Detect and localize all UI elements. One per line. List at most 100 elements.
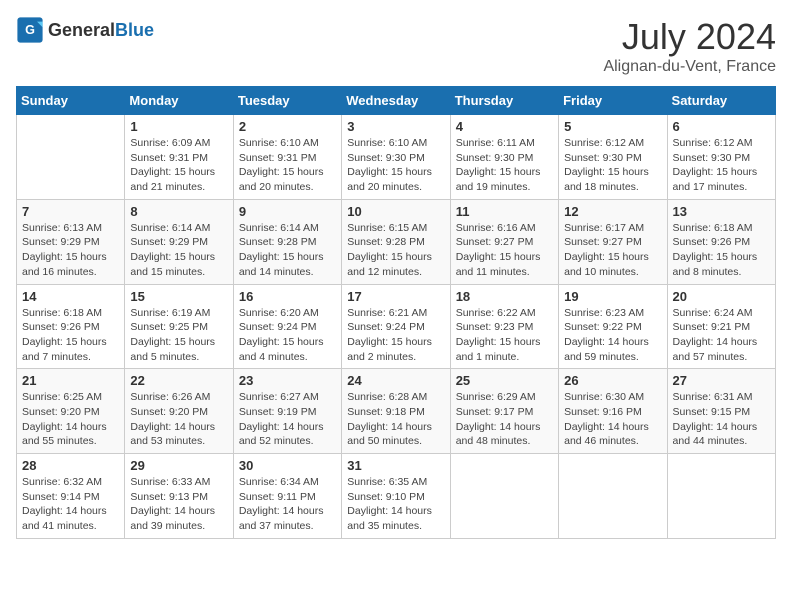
- day-info: Sunrise: 6:16 AMSunset: 9:27 PMDaylight:…: [456, 221, 553, 280]
- day-info: Sunrise: 6:22 AMSunset: 9:23 PMDaylight:…: [456, 306, 553, 365]
- weekday-header-thursday: Thursday: [450, 87, 558, 115]
- calendar-cell: 30 Sunrise: 6:34 AMSunset: 9:11 PMDaylig…: [233, 454, 341, 539]
- day-info: Sunrise: 6:10 AMSunset: 9:31 PMDaylight:…: [239, 136, 336, 195]
- calendar-cell: 1 Sunrise: 6:09 AMSunset: 9:31 PMDayligh…: [125, 115, 233, 200]
- day-number: 27: [673, 373, 770, 388]
- calendar-cell: 4 Sunrise: 6:11 AMSunset: 9:30 PMDayligh…: [450, 115, 558, 200]
- day-info: Sunrise: 6:25 AMSunset: 9:20 PMDaylight:…: [22, 390, 119, 449]
- day-info: Sunrise: 6:24 AMSunset: 9:21 PMDaylight:…: [673, 306, 770, 365]
- day-info: Sunrise: 6:28 AMSunset: 9:18 PMDaylight:…: [347, 390, 444, 449]
- logo-text: GeneralBlue: [48, 20, 154, 41]
- day-info: Sunrise: 6:31 AMSunset: 9:15 PMDaylight:…: [673, 390, 770, 449]
- calendar-cell: 27 Sunrise: 6:31 AMSunset: 9:15 PMDaylig…: [667, 369, 775, 454]
- calendar-cell: 2 Sunrise: 6:10 AMSunset: 9:31 PMDayligh…: [233, 115, 341, 200]
- week-row-2: 7 Sunrise: 6:13 AMSunset: 9:29 PMDayligh…: [17, 199, 776, 284]
- day-info: Sunrise: 6:35 AMSunset: 9:10 PMDaylight:…: [347, 475, 444, 534]
- calendar-cell: 29 Sunrise: 6:33 AMSunset: 9:13 PMDaylig…: [125, 454, 233, 539]
- day-number: 20: [673, 289, 770, 304]
- day-number: 16: [239, 289, 336, 304]
- calendar-cell: 3 Sunrise: 6:10 AMSunset: 9:30 PMDayligh…: [342, 115, 450, 200]
- title-area: July 2024 Alignan-du-Vent, France: [603, 16, 776, 76]
- day-info: Sunrise: 6:15 AMSunset: 9:28 PMDaylight:…: [347, 221, 444, 280]
- day-number: 7: [22, 204, 119, 219]
- day-info: Sunrise: 6:11 AMSunset: 9:30 PMDaylight:…: [456, 136, 553, 195]
- day-number: 29: [130, 458, 227, 473]
- calendar-cell: [559, 454, 667, 539]
- calendar-cell: 11 Sunrise: 6:16 AMSunset: 9:27 PMDaylig…: [450, 199, 558, 284]
- day-number: 5: [564, 119, 661, 134]
- weekday-header-sunday: Sunday: [17, 87, 125, 115]
- day-info: Sunrise: 6:18 AMSunset: 9:26 PMDaylight:…: [673, 221, 770, 280]
- day-number: 26: [564, 373, 661, 388]
- calendar-cell: 20 Sunrise: 6:24 AMSunset: 9:21 PMDaylig…: [667, 284, 775, 369]
- day-number: 23: [239, 373, 336, 388]
- calendar-cell: [450, 454, 558, 539]
- week-row-3: 14 Sunrise: 6:18 AMSunset: 9:26 PMDaylig…: [17, 284, 776, 369]
- calendar-cell: 10 Sunrise: 6:15 AMSunset: 9:28 PMDaylig…: [342, 199, 450, 284]
- day-info: Sunrise: 6:26 AMSunset: 9:20 PMDaylight:…: [130, 390, 227, 449]
- day-number: 10: [347, 204, 444, 219]
- weekday-header-wednesday: Wednesday: [342, 87, 450, 115]
- day-info: Sunrise: 6:34 AMSunset: 9:11 PMDaylight:…: [239, 475, 336, 534]
- calendar-cell: 23 Sunrise: 6:27 AMSunset: 9:19 PMDaylig…: [233, 369, 341, 454]
- weekday-header-row: SundayMondayTuesdayWednesdayThursdayFrid…: [17, 87, 776, 115]
- day-info: Sunrise: 6:12 AMSunset: 9:30 PMDaylight:…: [673, 136, 770, 195]
- day-number: 9: [239, 204, 336, 219]
- calendar-cell: 31 Sunrise: 6:35 AMSunset: 9:10 PMDaylig…: [342, 454, 450, 539]
- day-number: 4: [456, 119, 553, 134]
- logo: G GeneralBlue: [16, 16, 154, 44]
- day-number: 12: [564, 204, 661, 219]
- calendar-cell: 8 Sunrise: 6:14 AMSunset: 9:29 PMDayligh…: [125, 199, 233, 284]
- day-info: Sunrise: 6:19 AMSunset: 9:25 PMDaylight:…: [130, 306, 227, 365]
- svg-text:G: G: [25, 23, 35, 37]
- day-info: Sunrise: 6:14 AMSunset: 9:28 PMDaylight:…: [239, 221, 336, 280]
- weekday-header-monday: Monday: [125, 87, 233, 115]
- day-info: Sunrise: 6:20 AMSunset: 9:24 PMDaylight:…: [239, 306, 336, 365]
- day-number: 24: [347, 373, 444, 388]
- day-number: 6: [673, 119, 770, 134]
- day-number: 17: [347, 289, 444, 304]
- calendar-cell: 9 Sunrise: 6:14 AMSunset: 9:28 PMDayligh…: [233, 199, 341, 284]
- logo-blue: Blue: [115, 20, 154, 40]
- day-info: Sunrise: 6:14 AMSunset: 9:29 PMDaylight:…: [130, 221, 227, 280]
- calendar-cell: [667, 454, 775, 539]
- day-info: Sunrise: 6:27 AMSunset: 9:19 PMDaylight:…: [239, 390, 336, 449]
- day-number: 11: [456, 204, 553, 219]
- day-info: Sunrise: 6:30 AMSunset: 9:16 PMDaylight:…: [564, 390, 661, 449]
- calendar-cell: 19 Sunrise: 6:23 AMSunset: 9:22 PMDaylig…: [559, 284, 667, 369]
- logo-icon: G: [16, 16, 44, 44]
- header: G GeneralBlue July 2024 Alignan-du-Vent,…: [16, 16, 776, 76]
- day-number: 13: [673, 204, 770, 219]
- calendar-cell: 28 Sunrise: 6:32 AMSunset: 9:14 PMDaylig…: [17, 454, 125, 539]
- calendar-cell: 12 Sunrise: 6:17 AMSunset: 9:27 PMDaylig…: [559, 199, 667, 284]
- day-info: Sunrise: 6:29 AMSunset: 9:17 PMDaylight:…: [456, 390, 553, 449]
- day-info: Sunrise: 6:12 AMSunset: 9:30 PMDaylight:…: [564, 136, 661, 195]
- week-row-4: 21 Sunrise: 6:25 AMSunset: 9:20 PMDaylig…: [17, 369, 776, 454]
- calendar-cell: 13 Sunrise: 6:18 AMSunset: 9:26 PMDaylig…: [667, 199, 775, 284]
- calendar-cell: 16 Sunrise: 6:20 AMSunset: 9:24 PMDaylig…: [233, 284, 341, 369]
- day-info: Sunrise: 6:09 AMSunset: 9:31 PMDaylight:…: [130, 136, 227, 195]
- day-number: 15: [130, 289, 227, 304]
- day-info: Sunrise: 6:23 AMSunset: 9:22 PMDaylight:…: [564, 306, 661, 365]
- week-row-1: 1 Sunrise: 6:09 AMSunset: 9:31 PMDayligh…: [17, 115, 776, 200]
- calendar-cell: [17, 115, 125, 200]
- calendar-cell: 7 Sunrise: 6:13 AMSunset: 9:29 PMDayligh…: [17, 199, 125, 284]
- calendar-cell: 26 Sunrise: 6:30 AMSunset: 9:16 PMDaylig…: [559, 369, 667, 454]
- month-title: July 2024: [603, 16, 776, 58]
- day-info: Sunrise: 6:13 AMSunset: 9:29 PMDaylight:…: [22, 221, 119, 280]
- day-number: 30: [239, 458, 336, 473]
- day-number: 28: [22, 458, 119, 473]
- day-number: 3: [347, 119, 444, 134]
- day-number: 19: [564, 289, 661, 304]
- calendar-cell: 17 Sunrise: 6:21 AMSunset: 9:24 PMDaylig…: [342, 284, 450, 369]
- calendar-cell: 24 Sunrise: 6:28 AMSunset: 9:18 PMDaylig…: [342, 369, 450, 454]
- logo-general: General: [48, 20, 115, 40]
- day-info: Sunrise: 6:18 AMSunset: 9:26 PMDaylight:…: [22, 306, 119, 365]
- day-info: Sunrise: 6:21 AMSunset: 9:24 PMDaylight:…: [347, 306, 444, 365]
- location-title: Alignan-du-Vent, France: [603, 58, 776, 76]
- weekday-header-friday: Friday: [559, 87, 667, 115]
- day-number: 21: [22, 373, 119, 388]
- day-info: Sunrise: 6:17 AMSunset: 9:27 PMDaylight:…: [564, 221, 661, 280]
- calendar-cell: 15 Sunrise: 6:19 AMSunset: 9:25 PMDaylig…: [125, 284, 233, 369]
- day-number: 22: [130, 373, 227, 388]
